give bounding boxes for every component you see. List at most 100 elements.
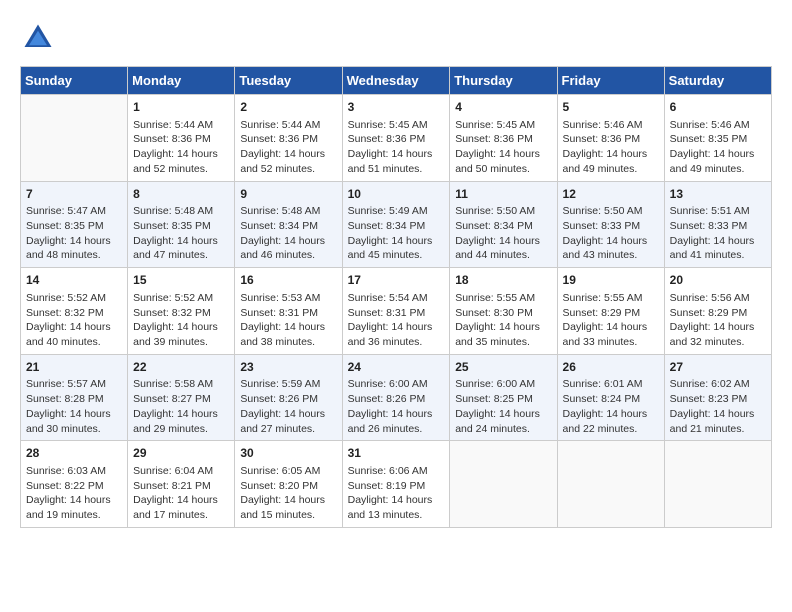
day-info: Sunrise: 6:02 AM Sunset: 8:23 PM Dayligh… (670, 377, 766, 436)
day-number: 2 (240, 99, 336, 116)
calendar-cell: 29 Sunrise: 6:04 AM Sunset: 8:21 PM Dayli… (128, 441, 235, 528)
day-number: 19 (563, 272, 659, 289)
calendar-cell: 11Sunrise: 5:50 AM Sunset: 8:34 PM Dayli… (450, 181, 557, 268)
day-info: Sunrise: 5:54 AM Sunset: 8:31 PM Dayligh… (348, 291, 445, 350)
day-info: Sunrise: 5:49 AM Sunset: 8:34 PM Dayligh… (348, 204, 445, 263)
day-number: 12 (563, 186, 659, 203)
day-number: 18 (455, 272, 551, 289)
day-number: 1 (133, 99, 229, 116)
logo-icon (20, 20, 56, 56)
calendar-cell: 15 Sunrise: 5:52 AM Sunset: 8:32 PM Dayli… (128, 268, 235, 355)
calendar-cell: 9Sunrise: 5:48 AM Sunset: 8:34 PM Daylig… (235, 181, 342, 268)
day-number: 4 (455, 99, 551, 116)
calendar-cell: 5 Sunrise: 5:46 AM Sunset: 8:36 PM Daylig… (557, 95, 664, 182)
calendar-cell: 22Sunrise: 5:58 AM Sunset: 8:27 PM Dayli… (128, 354, 235, 441)
day-info: Sunrise: 5:59 AM Sunset: 8:26 PM Dayligh… (240, 377, 336, 436)
calendar-week-row: 1 Sunrise: 5:44 AM Sunset: 8:36 PM Daylig… (21, 95, 772, 182)
day-info: Sunrise: 5:48 AM Sunset: 8:34 PM Dayligh… (240, 204, 336, 263)
day-number: 26 (563, 359, 659, 376)
calendar-cell: 18 Sunrise: 5:55 AM Sunset: 8:30 PM Dayli… (450, 268, 557, 355)
day-number: 7 (26, 186, 122, 203)
calendar-cell: 6Sunrise: 5:46 AM Sunset: 8:35 PM Daylig… (664, 95, 771, 182)
day-info: Sunrise: 5:46 AM Sunset: 8:36 PM Dayligh… (563, 118, 659, 177)
calendar-cell (664, 441, 771, 528)
calendar-cell: 13Sunrise: 5:51 AM Sunset: 8:33 PM Dayli… (664, 181, 771, 268)
day-info: Sunrise: 5:44 AM Sunset: 8:36 PM Dayligh… (240, 118, 336, 177)
calendar-cell: 21Sunrise: 5:57 AM Sunset: 8:28 PM Dayli… (21, 354, 128, 441)
day-number: 30 (240, 445, 336, 462)
day-number: 24 (348, 359, 445, 376)
calendar-cell: 3 Sunrise: 5:45 AM Sunset: 8:36 PM Daylig… (342, 95, 450, 182)
calendar-cell: 26Sunrise: 6:01 AM Sunset: 8:24 PM Dayli… (557, 354, 664, 441)
day-info: Sunrise: 6:06 AM Sunset: 8:19 PM Dayligh… (348, 464, 445, 523)
day-info: Sunrise: 5:55 AM Sunset: 8:30 PM Dayligh… (455, 291, 551, 350)
calendar-cell: 14 Sunrise: 5:52 AM Sunset: 8:32 PM Dayli… (21, 268, 128, 355)
day-info: Sunrise: 5:51 AM Sunset: 8:33 PM Dayligh… (670, 204, 766, 263)
page-header (20, 20, 772, 56)
calendar-cell: 27Sunrise: 6:02 AM Sunset: 8:23 PM Dayli… (664, 354, 771, 441)
calendar-cell: 10Sunrise: 5:49 AM Sunset: 8:34 PM Dayli… (342, 181, 450, 268)
day-header-wednesday: Wednesday (342, 67, 450, 95)
day-info: Sunrise: 5:56 AM Sunset: 8:29 PM Dayligh… (670, 291, 766, 350)
calendar-week-row: 7Sunrise: 5:47 AM Sunset: 8:35 PM Daylig… (21, 181, 772, 268)
calendar-week-row: 14 Sunrise: 5:52 AM Sunset: 8:32 PM Dayli… (21, 268, 772, 355)
day-number: 15 (133, 272, 229, 289)
day-info: Sunrise: 5:45 AM Sunset: 8:36 PM Dayligh… (455, 118, 551, 177)
day-info: Sunrise: 5:52 AM Sunset: 8:32 PM Dayligh… (133, 291, 229, 350)
calendar-cell: 23Sunrise: 5:59 AM Sunset: 8:26 PM Dayli… (235, 354, 342, 441)
day-number: 13 (670, 186, 766, 203)
day-number: 6 (670, 99, 766, 116)
day-number: 28 (26, 445, 122, 462)
day-info: Sunrise: 6:00 AM Sunset: 8:25 PM Dayligh… (455, 377, 551, 436)
day-number: 3 (348, 99, 445, 116)
day-number: 10 (348, 186, 445, 203)
day-info: Sunrise: 5:47 AM Sunset: 8:35 PM Dayligh… (26, 204, 122, 263)
day-number: 21 (26, 359, 122, 376)
day-header-thursday: Thursday (450, 67, 557, 95)
day-info: Sunrise: 5:45 AM Sunset: 8:36 PM Dayligh… (348, 118, 445, 177)
day-number: 8 (133, 186, 229, 203)
day-number: 9 (240, 186, 336, 203)
day-number: 23 (240, 359, 336, 376)
calendar-cell: 2 Sunrise: 5:44 AM Sunset: 8:36 PM Daylig… (235, 95, 342, 182)
calendar-cell: 8Sunrise: 5:48 AM Sunset: 8:35 PM Daylig… (128, 181, 235, 268)
day-number: 5 (563, 99, 659, 116)
day-info: Sunrise: 5:55 AM Sunset: 8:29 PM Dayligh… (563, 291, 659, 350)
calendar-cell: 19 Sunrise: 5:55 AM Sunset: 8:29 PM Dayli… (557, 268, 664, 355)
calendar-week-row: 28 Sunrise: 6:03 AM Sunset: 8:22 PM Dayli… (21, 441, 772, 528)
day-number: 11 (455, 186, 551, 203)
calendar-cell: 16 Sunrise: 5:53 AM Sunset: 8:31 PM Dayli… (235, 268, 342, 355)
day-info: Sunrise: 6:05 AM Sunset: 8:20 PM Dayligh… (240, 464, 336, 523)
calendar-cell: 20Sunrise: 5:56 AM Sunset: 8:29 PM Dayli… (664, 268, 771, 355)
day-header-sunday: Sunday (21, 67, 128, 95)
day-info: Sunrise: 5:48 AM Sunset: 8:35 PM Dayligh… (133, 204, 229, 263)
day-header-friday: Friday (557, 67, 664, 95)
day-info: Sunrise: 5:53 AM Sunset: 8:31 PM Dayligh… (240, 291, 336, 350)
day-number: 16 (240, 272, 336, 289)
calendar-cell: 4 Sunrise: 5:45 AM Sunset: 8:36 PM Daylig… (450, 95, 557, 182)
day-header-monday: Monday (128, 67, 235, 95)
day-number: 29 (133, 445, 229, 462)
day-info: Sunrise: 5:52 AM Sunset: 8:32 PM Dayligh… (26, 291, 122, 350)
day-number: 14 (26, 272, 122, 289)
day-info: Sunrise: 5:44 AM Sunset: 8:36 PM Dayligh… (133, 118, 229, 177)
day-number: 25 (455, 359, 551, 376)
day-header-tuesday: Tuesday (235, 67, 342, 95)
calendar-cell: 17 Sunrise: 5:54 AM Sunset: 8:31 PM Dayli… (342, 268, 450, 355)
day-info: Sunrise: 5:58 AM Sunset: 8:27 PM Dayligh… (133, 377, 229, 436)
day-info: Sunrise: 5:50 AM Sunset: 8:34 PM Dayligh… (455, 204, 551, 263)
day-info: Sunrise: 5:50 AM Sunset: 8:33 PM Dayligh… (563, 204, 659, 263)
calendar-cell: 12Sunrise: 5:50 AM Sunset: 8:33 PM Dayli… (557, 181, 664, 268)
calendar-cell (450, 441, 557, 528)
day-info: Sunrise: 6:03 AM Sunset: 8:22 PM Dayligh… (26, 464, 122, 523)
day-number: 17 (348, 272, 445, 289)
calendar-cell: 7Sunrise: 5:47 AM Sunset: 8:35 PM Daylig… (21, 181, 128, 268)
calendar-table: SundayMondayTuesdayWednesdayThursdayFrid… (20, 66, 772, 528)
day-info: Sunrise: 6:04 AM Sunset: 8:21 PM Dayligh… (133, 464, 229, 523)
calendar-cell: 28 Sunrise: 6:03 AM Sunset: 8:22 PM Dayli… (21, 441, 128, 528)
calendar-cell (21, 95, 128, 182)
calendar-cell: 25Sunrise: 6:00 AM Sunset: 8:25 PM Dayli… (450, 354, 557, 441)
day-info: Sunrise: 6:01 AM Sunset: 8:24 PM Dayligh… (563, 377, 659, 436)
day-number: 22 (133, 359, 229, 376)
day-info: Sunrise: 6:00 AM Sunset: 8:26 PM Dayligh… (348, 377, 445, 436)
